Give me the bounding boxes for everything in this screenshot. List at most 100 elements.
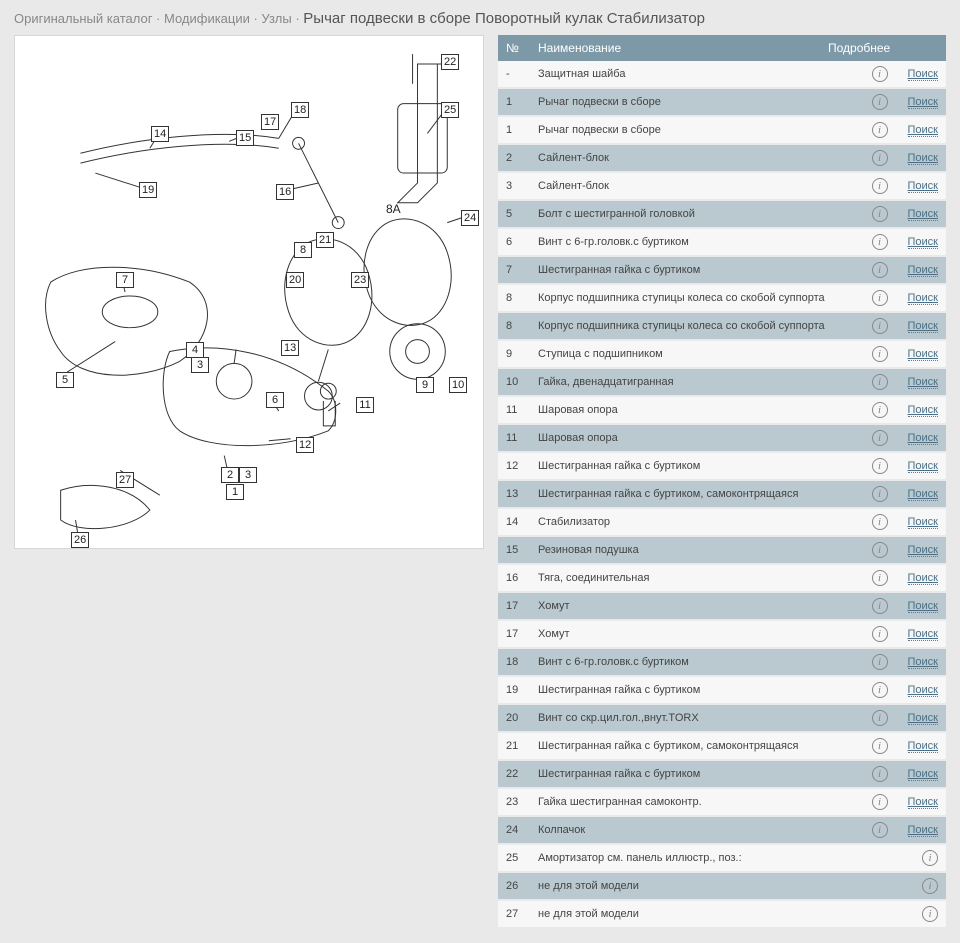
info-icon[interactable]: i xyxy=(872,206,888,222)
search-link[interactable]: Поиск xyxy=(908,404,938,417)
diagram-callout-4[interactable]: 4 xyxy=(186,342,204,358)
cell-number: 14 xyxy=(506,516,538,528)
breadcrumb-path[interactable]: Оригинальный каталог · Модификации · Узл… xyxy=(14,11,292,26)
diagram-callout-3[interactable]: 3 xyxy=(191,357,209,373)
diagram-callout-7[interactable]: 7 xyxy=(116,272,134,288)
info-icon[interactable]: i xyxy=(922,878,938,894)
info-icon[interactable]: i xyxy=(872,122,888,138)
search-link[interactable]: Поиск xyxy=(908,460,938,473)
cell-number: 13 xyxy=(506,488,538,500)
info-icon[interactable]: i xyxy=(872,738,888,754)
diagram-callout-18[interactable]: 18 xyxy=(291,102,309,118)
cell-number: 10 xyxy=(506,376,538,388)
info-icon[interactable]: i xyxy=(872,542,888,558)
info-icon[interactable]: i xyxy=(872,486,888,502)
search-link[interactable]: Поиск xyxy=(908,544,938,557)
diagram-callout-5[interactable]: 5 xyxy=(56,372,74,388)
info-icon[interactable]: i xyxy=(872,514,888,530)
cell-number: 3 xyxy=(506,180,538,192)
info-icon[interactable]: i xyxy=(922,850,938,866)
diagram-callout-23[interactable]: 23 xyxy=(351,272,369,288)
info-icon[interactable]: i xyxy=(872,318,888,334)
search-link[interactable]: Поиск xyxy=(908,320,938,333)
info-icon[interactable]: i xyxy=(872,822,888,838)
diagram-callout-26[interactable]: 26 xyxy=(71,532,89,548)
search-link[interactable]: Поиск xyxy=(908,516,938,529)
diagram-callout-1[interactable]: 1 xyxy=(226,484,244,500)
search-link[interactable]: Поиск xyxy=(908,208,938,221)
search-link[interactable]: Поиск xyxy=(908,796,938,809)
info-icon[interactable]: i xyxy=(872,66,888,82)
search-link[interactable]: Поиск xyxy=(908,348,938,361)
info-icon[interactable]: i xyxy=(872,626,888,642)
info-icon[interactable]: i xyxy=(872,234,888,250)
info-icon[interactable]: i xyxy=(872,150,888,166)
info-icon[interactable]: i xyxy=(872,682,888,698)
info-icon[interactable]: i xyxy=(872,710,888,726)
search-link[interactable]: Поиск xyxy=(908,656,938,669)
cell-name: Винт с 6-гр.головк.с буртиком xyxy=(538,656,828,668)
diagram-callout-16[interactable]: 16 xyxy=(276,184,294,200)
search-link[interactable]: Поиск xyxy=(908,712,938,725)
info-icon[interactable]: i xyxy=(872,402,888,418)
diagram-callout-24[interactable]: 24 xyxy=(461,210,479,226)
info-icon[interactable]: i xyxy=(872,794,888,810)
search-link[interactable]: Поиск xyxy=(908,376,938,389)
info-icon[interactable]: i xyxy=(872,178,888,194)
search-link[interactable]: Поиск xyxy=(908,740,938,753)
info-icon[interactable]: i xyxy=(872,94,888,110)
info-icon[interactable]: i xyxy=(872,290,888,306)
cell-name: Хомут xyxy=(538,628,828,640)
search-link[interactable]: Поиск xyxy=(908,684,938,697)
info-icon[interactable]: i xyxy=(872,570,888,586)
diagram-callout-17[interactable]: 17 xyxy=(261,114,279,130)
info-icon[interactable]: i xyxy=(872,458,888,474)
diagram-callout-13[interactable]: 13 xyxy=(281,340,299,356)
info-icon[interactable]: i xyxy=(872,766,888,782)
diagram-callout-22[interactable]: 22 xyxy=(441,54,459,70)
diagram-callout-12[interactable]: 12 xyxy=(296,437,314,453)
cell-actions: i Поиск xyxy=(828,318,938,334)
cell-number: 11 xyxy=(506,432,538,444)
exploded-diagram[interactable]: 2218171415251916248A82172023134356910111… xyxy=(21,42,477,542)
search-link[interactable]: Поиск xyxy=(908,68,938,81)
diagram-callout-20[interactable]: 20 xyxy=(286,272,304,288)
diagram-callout-8A[interactable]: 8A xyxy=(386,202,401,216)
diagram-callout-19[interactable]: 19 xyxy=(139,182,157,198)
info-icon[interactable]: i xyxy=(872,262,888,278)
search-link[interactable]: Поиск xyxy=(908,96,938,109)
diagram-callout-25[interactable]: 25 xyxy=(441,102,459,118)
search-link[interactable]: Поиск xyxy=(908,628,938,641)
diagram-callout-21[interactable]: 21 xyxy=(316,232,334,248)
search-link[interactable]: Поиск xyxy=(908,236,938,249)
search-link[interactable]: Поиск xyxy=(908,180,938,193)
search-link[interactable]: Поиск xyxy=(908,432,938,445)
diagram-callout-3[interactable]: 3 xyxy=(239,467,257,483)
search-link[interactable]: Поиск xyxy=(908,572,938,585)
search-link[interactable]: Поиск xyxy=(908,824,938,837)
info-icon[interactable]: i xyxy=(872,654,888,670)
info-icon[interactable]: i xyxy=(872,598,888,614)
diagram-callout-2[interactable]: 2 xyxy=(221,467,239,483)
info-icon[interactable]: i xyxy=(872,374,888,390)
cell-number: 26 xyxy=(506,880,538,892)
info-icon[interactable]: i xyxy=(872,346,888,362)
diagram-callout-10[interactable]: 10 xyxy=(449,377,467,393)
search-link[interactable]: Поиск xyxy=(908,152,938,165)
search-link[interactable]: Поиск xyxy=(908,124,938,137)
diagram-callout-8[interactable]: 8 xyxy=(294,242,312,258)
diagram-callout-9[interactable]: 9 xyxy=(416,377,434,393)
diagram-callout-6[interactable]: 6 xyxy=(266,392,284,408)
cell-actions: i Поиск xyxy=(828,682,938,698)
diagram-callout-27[interactable]: 27 xyxy=(116,472,134,488)
diagram-callout-15[interactable]: 15 xyxy=(236,130,254,146)
diagram-callout-14[interactable]: 14 xyxy=(151,126,169,142)
search-link[interactable]: Поиск xyxy=(908,600,938,613)
info-icon[interactable]: i xyxy=(872,430,888,446)
search-link[interactable]: Поиск xyxy=(908,264,938,277)
search-link[interactable]: Поиск xyxy=(908,768,938,781)
search-link[interactable]: Поиск xyxy=(908,292,938,305)
info-icon[interactable]: i xyxy=(922,906,938,922)
search-link[interactable]: Поиск xyxy=(908,488,938,501)
diagram-callout-11[interactable]: 11 xyxy=(356,397,374,413)
